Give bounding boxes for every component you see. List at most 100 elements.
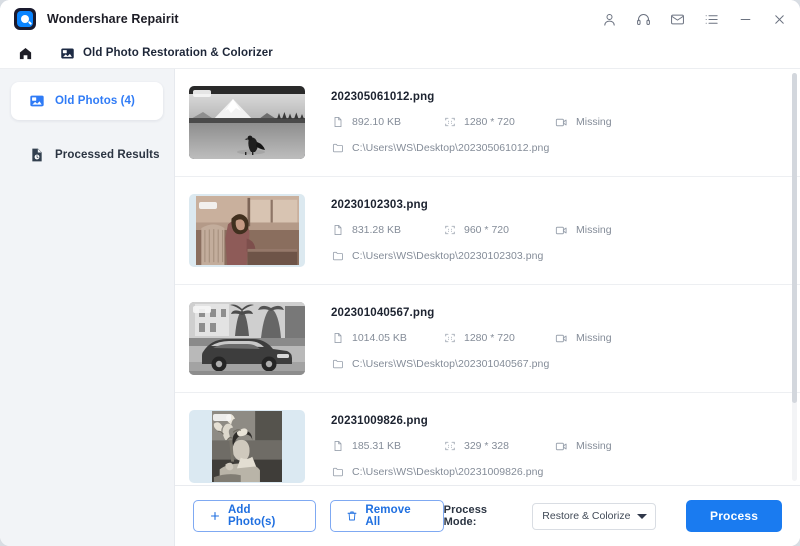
file-icon — [331, 224, 344, 237]
file-name: 202305061012.png — [331, 91, 782, 103]
file-dimensions: 1280 * 720 — [443, 116, 555, 129]
app-body: Old Photos (4) Processed Results — [0, 69, 800, 546]
file-size: 892.10 KB — [331, 116, 443, 129]
titlebar-actions — [600, 10, 788, 28]
sidebar: Old Photos (4) Processed Results — [0, 69, 175, 546]
process-mode-value: Restore & Colorize — [542, 510, 637, 522]
sidebar-item-old-photos[interactable]: Old Photos (4) — [11, 82, 163, 120]
camera-icon — [555, 224, 568, 237]
file-meta: 20230102303.png 831.28 KB — [331, 199, 782, 263]
file-stats: 892.10 KB 1280 * 720 — [331, 116, 782, 129]
thumbnail[interactable] — [189, 86, 305, 159]
photo-icon — [29, 93, 45, 109]
account-icon[interactable] — [600, 10, 618, 28]
file-size: 185.31 KB — [331, 440, 443, 453]
thumbnail[interactable] — [189, 410, 305, 483]
process-button[interactable]: Process — [686, 500, 782, 532]
file-name: 20230102303.png — [331, 199, 782, 211]
file-dimensions: 329 * 328 — [443, 440, 555, 453]
camera-icon — [555, 116, 568, 129]
file-size: 831.28 KB — [331, 224, 443, 237]
file-meta: 202301040567.png 1014.05 KB — [331, 307, 782, 371]
camera-icon — [555, 332, 568, 345]
folder-icon — [331, 142, 344, 155]
resolution-icon — [443, 440, 456, 453]
resolution-icon — [443, 116, 456, 129]
list-scrollbar-thumb[interactable] — [792, 73, 797, 403]
thumbnail-badge — [193, 306, 211, 313]
file-path: C:\Users\WS\Desktop\20230102303.png — [331, 250, 782, 263]
file-path: C:\Users\WS\Desktop\202305061012.png — [331, 142, 782, 155]
photo-list[interactable]: 202305061012.png 892.10 KB — [175, 69, 800, 485]
trash-icon — [346, 510, 358, 522]
file-size: 1014.05 KB — [331, 332, 443, 345]
app-title: Wondershare Repairit — [47, 12, 179, 26]
file-dimensions: 1280 * 720 — [443, 332, 555, 345]
resolution-icon — [443, 224, 456, 237]
file-icon — [331, 116, 344, 129]
sidebar-item-old-photos-label: Old Photos (4) — [55, 95, 135, 107]
chevron-down-icon — [637, 514, 647, 519]
sidebar-item-processed-results[interactable]: Processed Results — [11, 136, 163, 174]
file-status: Missing — [555, 116, 612, 129]
thumbnail-badge — [213, 414, 231, 421]
file-stats: 185.31 KB 329 * 328 — [331, 440, 782, 453]
process-mode-label: Process Mode: — [444, 504, 523, 528]
file-meta: 202305061012.png 892.10 KB — [331, 91, 782, 155]
list-scrollbar[interactable] — [792, 73, 797, 481]
table-row[interactable]: 20231009826.png 185.31 KB — [175, 393, 800, 485]
old-photo-icon — [60, 46, 75, 61]
status-badge: Missing — [576, 116, 612, 128]
remove-all-button[interactable]: Remove All — [330, 500, 443, 532]
footer-toolbar: Add Photo(s) Remove All Process Mode: Re… — [175, 485, 800, 546]
main-panel: 202305061012.png 892.10 KB — [175, 69, 800, 546]
menu-list-icon[interactable] — [702, 10, 720, 28]
file-status: Missing — [555, 332, 612, 345]
add-photos-button[interactable]: Add Photo(s) — [193, 500, 316, 532]
file-stats: 831.28 KB 960 * 720 — [331, 224, 782, 237]
file-status: Missing — [555, 440, 612, 453]
thumbnail[interactable] — [189, 194, 305, 267]
process-label: Process — [710, 509, 758, 523]
minimize-icon[interactable] — [736, 10, 754, 28]
repairit-logo-icon — [14, 8, 36, 30]
app-window: Wondershare Repairit — [0, 0, 800, 546]
table-row[interactable]: 202301040567.png 1014.05 KB — [175, 285, 800, 393]
folder-icon — [331, 466, 344, 479]
process-mode-select[interactable]: Restore & Colorize — [532, 503, 656, 530]
file-meta: 20231009826.png 185.31 KB — [331, 415, 782, 479]
thumbnail-badge — [199, 202, 217, 209]
file-name: 202301040567.png — [331, 307, 782, 319]
status-badge: Missing — [576, 332, 612, 344]
folder-icon — [331, 358, 344, 371]
file-status: Missing — [555, 224, 612, 237]
status-badge: Missing — [576, 440, 612, 452]
sidebar-item-processed-results-label: Processed Results — [55, 149, 160, 161]
status-badge: Missing — [576, 224, 612, 236]
breadcrumb-module-label: Old Photo Restoration & Colorizer — [83, 47, 273, 59]
title-bar: Wondershare Repairit — [0, 0, 800, 38]
resolution-icon — [443, 332, 456, 345]
table-row[interactable]: 202305061012.png 892.10 KB — [175, 69, 800, 177]
mail-icon[interactable] — [668, 10, 686, 28]
file-path: C:\Users\WS\Desktop\202301040567.png — [331, 358, 782, 371]
file-name: 20231009826.png — [331, 415, 782, 427]
home-icon[interactable] — [18, 46, 33, 61]
table-row[interactable]: 20230102303.png 831.28 KB — [175, 177, 800, 285]
thumbnail-badge — [193, 90, 211, 97]
camera-icon — [555, 440, 568, 453]
file-icon — [331, 332, 344, 345]
document-clock-icon — [29, 147, 45, 163]
remove-all-label: Remove All — [365, 504, 427, 528]
plus-icon — [209, 510, 221, 522]
thumbnail[interactable] — [189, 302, 305, 375]
breadcrumb: Old Photo Restoration & Colorizer — [0, 38, 800, 69]
file-path: C:\Users\WS\Desktop\20231009826.png — [331, 466, 782, 479]
close-icon[interactable] — [770, 10, 788, 28]
file-stats: 1014.05 KB 1280 * 720 — [331, 332, 782, 345]
file-dimensions: 960 * 720 — [443, 224, 555, 237]
file-icon — [331, 440, 344, 453]
add-photos-label: Add Photo(s) — [228, 504, 300, 528]
folder-icon — [331, 250, 344, 263]
support-headset-icon[interactable] — [634, 10, 652, 28]
